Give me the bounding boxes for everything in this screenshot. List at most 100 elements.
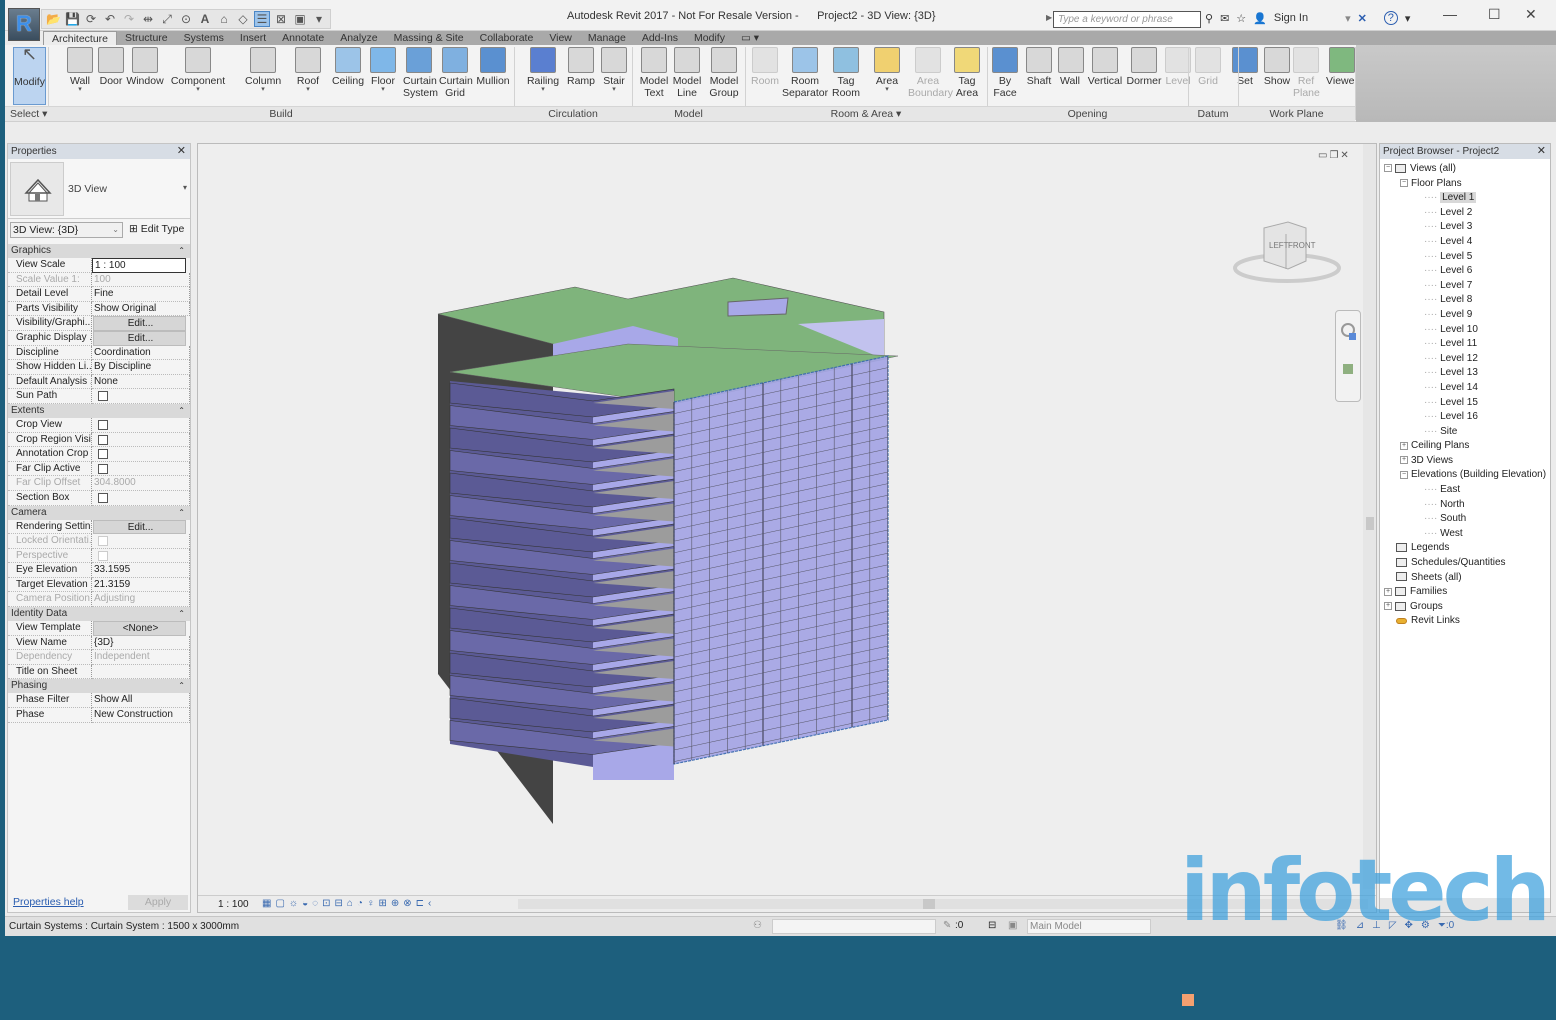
grid-button[interactable]: Grid bbox=[1195, 47, 1221, 87]
expand-icon[interactable]: + bbox=[1400, 441, 1408, 450]
property-value[interactable]: By Discipline bbox=[92, 360, 190, 375]
horizontal-scroll-thumb[interactable] bbox=[923, 899, 935, 909]
section-icon[interactable]: ◇ bbox=[236, 12, 250, 26]
set-button[interactable]: Set bbox=[1232, 47, 1258, 87]
property-value[interactable]: 33.1595 bbox=[92, 563, 190, 578]
component-button[interactable]: Component ▾ bbox=[170, 47, 226, 93]
browser-item[interactable]: ···· East bbox=[1384, 483, 1550, 498]
dormer-button[interactable]: Dormer bbox=[1126, 47, 1162, 87]
browser-item[interactable]: + Families bbox=[1384, 585, 1550, 600]
property-value[interactable]: Show Original bbox=[92, 301, 190, 317]
tab-view[interactable]: View bbox=[541, 31, 580, 45]
undo-icon[interactable]: ↶ bbox=[103, 12, 117, 26]
expand-icon[interactable]: + bbox=[1400, 456, 1408, 465]
rendering-icon[interactable]: ◌ bbox=[312, 898, 318, 909]
category-identity-data[interactable]: Identity Data ⌃ bbox=[8, 607, 190, 622]
expand-search-icon[interactable]: ▶ bbox=[1046, 13, 1052, 22]
close-button[interactable]: ✕ bbox=[1525, 6, 1537, 23]
browser-item[interactable]: ···· West bbox=[1384, 527, 1550, 542]
railing-button[interactable]: Railing ▾ bbox=[526, 47, 560, 93]
expand-icon[interactable]: + bbox=[1384, 602, 1392, 611]
door-button[interactable]: Door bbox=[98, 47, 124, 87]
exchange-icon[interactable]: ✕ bbox=[1358, 12, 1367, 25]
property-value[interactable]: Edit... bbox=[93, 519, 186, 535]
browser-item[interactable]: − Views (all) bbox=[1384, 162, 1550, 177]
model-line-button[interactable]: Model Line bbox=[672, 47, 702, 99]
user-icon[interactable]: 👤 bbox=[1253, 12, 1267, 25]
apply-button[interactable]: Apply bbox=[128, 895, 188, 910]
collapse-icon[interactable]: ‹ bbox=[428, 898, 431, 909]
browser-item[interactable]: − Floor Plans bbox=[1384, 177, 1550, 192]
show-crop-icon[interactable]: ⊟ bbox=[334, 898, 342, 909]
switch-windows-icon[interactable]: ▣ bbox=[293, 12, 307, 26]
browser-item[interactable]: ···· Level 10 bbox=[1384, 323, 1550, 338]
tab-analyze[interactable]: Analyze bbox=[332, 31, 385, 45]
browser-horizontal-scrollbar[interactable] bbox=[1380, 898, 1550, 912]
tag-area-button[interactable]: Tag Area bbox=[952, 47, 982, 99]
shaft-button[interactable]: Shaft bbox=[1026, 47, 1052, 87]
checkbox[interactable] bbox=[98, 449, 108, 460]
curtain-grid-button[interactable]: Curtain Grid bbox=[439, 47, 473, 99]
search-input[interactable]: Type a keyword or phrase bbox=[1053, 11, 1201, 28]
column-button[interactable]: Column ▾ bbox=[245, 47, 281, 93]
tab-add-ins[interactable]: Add-Ins bbox=[634, 31, 686, 45]
application-menu-button[interactable]: R bbox=[8, 8, 40, 41]
curtain-system-button[interactable]: Curtain System bbox=[403, 47, 438, 99]
analytical-model-icon[interactable]: ⊗ bbox=[403, 898, 411, 909]
cursor-button[interactable]: ↖ Modify bbox=[13, 45, 46, 105]
category-phasing[interactable]: Phasing ⌃ bbox=[8, 679, 190, 694]
property-value[interactable]: <None> bbox=[93, 621, 186, 636]
view-scale[interactable]: 1 : 100 bbox=[218, 899, 249, 910]
browser-item[interactable]: ···· Level 6 bbox=[1384, 264, 1550, 279]
vertical-scroll-thumb[interactable] bbox=[1366, 517, 1374, 530]
crop-view-icon[interactable]: ⊡ bbox=[322, 898, 330, 909]
active-workset-select[interactable] bbox=[772, 919, 936, 934]
model-group-button[interactable]: Model Group bbox=[708, 47, 740, 99]
sign-in-dropdown-icon[interactable]: ▾ bbox=[1345, 12, 1351, 25]
floor-button[interactable]: Floor ▾ bbox=[369, 47, 397, 93]
subscription-icon[interactable]: ✉ bbox=[1220, 12, 1229, 25]
model-text-button[interactable]: Model Text bbox=[639, 47, 669, 99]
tab-[interactable]: ▭ ▾ bbox=[733, 31, 767, 45]
roof-button[interactable]: Roof ▾ bbox=[295, 47, 321, 93]
sync-icon[interactable]: ⟳ bbox=[84, 12, 98, 26]
worksets-icon[interactable]: ⚇ bbox=[753, 920, 762, 931]
open-icon[interactable]: 📂 bbox=[46, 12, 61, 26]
checkbox[interactable] bbox=[98, 463, 108, 474]
ceiling-button[interactable]: Ceiling bbox=[330, 47, 366, 87]
category-extents[interactable]: Extents ⌃ bbox=[8, 403, 190, 418]
browser-item[interactable]: − Elevations (Building Elevation) bbox=[1384, 468, 1550, 483]
viewcube[interactable]: LEFT FRONT bbox=[1232, 216, 1342, 286]
area-button[interactable]: Area ▾ bbox=[871, 47, 903, 93]
tab-architecture[interactable]: Architecture bbox=[43, 31, 118, 45]
save-icon[interactable]: 💾 bbox=[65, 12, 80, 26]
unlocked-3d-icon[interactable]: ⌂ bbox=[347, 898, 353, 909]
tab-annotate[interactable]: Annotate bbox=[274, 31, 332, 45]
filter-icon[interactable]: ⏷:0 bbox=[1438, 920, 1454, 931]
properties-help-link[interactable]: Properties help bbox=[13, 896, 84, 908]
thin-lines-icon[interactable]: ☰ bbox=[254, 11, 270, 27]
help-button[interactable]: ? bbox=[1383, 11, 1398, 25]
aligned-dimension-icon[interactable]: ⤢ bbox=[160, 12, 174, 26]
browser-item[interactable]: Revit Links bbox=[1384, 614, 1550, 629]
browser-item[interactable]: ···· Level 5 bbox=[1384, 250, 1550, 265]
collapse-icon[interactable]: ⌃ bbox=[178, 244, 185, 258]
tab-structure[interactable]: Structure bbox=[117, 31, 176, 45]
text-icon[interactable]: A bbox=[198, 12, 212, 26]
reveal-hidden-icon[interactable]: ♀ bbox=[367, 898, 375, 909]
tab-massing-site[interactable]: Massing & Site bbox=[386, 31, 472, 45]
browser-item[interactable]: ···· South bbox=[1384, 512, 1550, 527]
browser-item[interactable]: + Ceiling Plans bbox=[1384, 439, 1550, 454]
tag-room-button[interactable]: Tag Room bbox=[831, 47, 861, 99]
browser-item[interactable]: ···· Level 13 bbox=[1384, 366, 1550, 381]
browser-item[interactable]: ···· Level 16 bbox=[1384, 410, 1550, 425]
browser-item[interactable]: ···· Level 12 bbox=[1384, 352, 1550, 367]
wall-opening-button[interactable]: Wall bbox=[1058, 47, 1084, 87]
collapse-icon[interactable]: − bbox=[1400, 178, 1408, 187]
collapse-icon[interactable]: ⌃ bbox=[178, 506, 185, 520]
close-properties-icon[interactable]: ✕ bbox=[177, 144, 186, 159]
area-boundary-button[interactable]: Area Boundary bbox=[908, 47, 953, 99]
mullion-button[interactable]: Mullion bbox=[476, 47, 510, 87]
property-value[interactable]: {3D} bbox=[92, 635, 190, 651]
3d-view-icon[interactable]: ⌂ bbox=[217, 12, 231, 26]
